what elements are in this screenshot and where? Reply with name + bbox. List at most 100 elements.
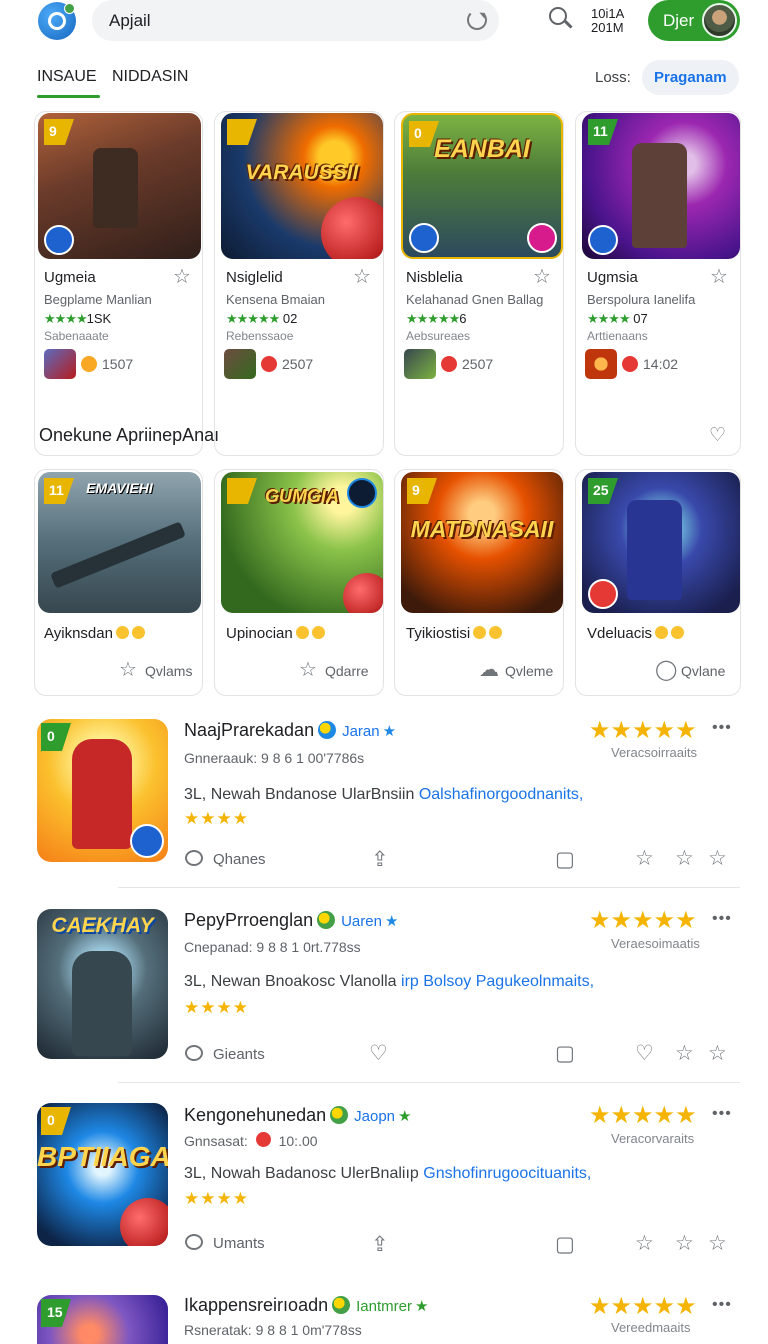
- star-outline-icon[interactable]: ☆: [675, 848, 694, 869]
- bookmark-icon[interactable]: ▢: [555, 1043, 575, 1064]
- list-item-thumbnail[interactable]: CAEKHAY: [37, 909, 168, 1059]
- rating-caption: Vereedmaaits: [611, 1320, 691, 1335]
- program-button[interactable]: Praganam: [642, 60, 739, 95]
- game-rating: ★★★★1SK: [44, 311, 111, 327]
- fire-icon[interactable]: [588, 579, 618, 609]
- heart-icon[interactable]: ♡: [709, 426, 726, 445]
- more-options-icon[interactable]: •••: [712, 719, 732, 737]
- backpack-icon[interactable]: [588, 225, 618, 255]
- card-action-label[interactable]: Qvleme: [505, 663, 553, 679]
- user-account-button[interactable]: Djer: [648, 0, 740, 41]
- refresh-icon[interactable]: [467, 10, 487, 30]
- share-icon[interactable]: ⇪: [371, 849, 389, 870]
- list-item-thumbnail[interactable]: 0: [37, 719, 168, 862]
- featured-card[interactable]: 0 EANBAI Nisblelia ☆ Kelahanad Gnen Ball…: [394, 111, 564, 456]
- favorite-star-icon[interactable]: ☆: [173, 267, 191, 287]
- soldier-figure: [627, 500, 682, 600]
- comment-icon[interactable]: [185, 850, 203, 866]
- emoji-icon: [671, 626, 685, 639]
- edit-icon[interactable]: [44, 225, 74, 255]
- card-action-label[interactable]: Qvlane: [681, 663, 725, 679]
- list-item-thumbnail[interactable]: 0 BPTIIAGA: [37, 1103, 168, 1246]
- search-icon[interactable]: [549, 7, 574, 32]
- star-outline-icon[interactable]: ☆: [675, 1043, 694, 1064]
- star-outline-icon[interactable]: ☆: [675, 1233, 694, 1254]
- developer-star-icon: ★: [382, 723, 397, 740]
- tab-niddasin[interactable]: NIDDASIN: [112, 68, 188, 86]
- divider: [118, 1082, 740, 1083]
- desc-link[interactable]: irp Bolsoy Pagukeolnmaits,: [401, 973, 594, 990]
- developer-link[interactable]: Uaren: [341, 913, 382, 930]
- emoji-icon: [295, 626, 309, 639]
- verified-badge-icon: [330, 1106, 349, 1124]
- star-outline-icon[interactable]: ☆: [299, 660, 317, 680]
- favorite-star-icon[interactable]: ☆: [710, 267, 728, 287]
- skull-icon[interactable]: [527, 223, 557, 253]
- cloud-icon[interactable]: ☁: [479, 660, 499, 680]
- active-tab-indicator: [37, 95, 100, 98]
- list-item-thumbnail[interactable]: 15: [37, 1295, 168, 1344]
- game-subtitle: Kelahanad Gnen Ballag: [406, 292, 544, 307]
- small-rating-stars: ★★★★: [184, 998, 249, 1017]
- developer-link[interactable]: Jaran: [342, 723, 380, 740]
- comment-icon[interactable]: [185, 1234, 203, 1250]
- favorite-star-icon[interactable]: ☆: [708, 1043, 727, 1064]
- like-icon[interactable]: ♡: [635, 1043, 654, 1064]
- bookmark-icon[interactable]: ▢: [555, 1234, 575, 1255]
- bookmark-icon[interactable]: ▢: [555, 849, 575, 870]
- more-options-icon[interactable]: •••: [712, 1105, 732, 1123]
- favorite-star-icon[interactable]: ☆: [708, 1233, 727, 1254]
- comment-label[interactable]: Qhanes: [213, 851, 266, 868]
- favorite-star-icon[interactable]: ☆: [353, 267, 371, 287]
- chat-icon[interactable]: ◯: [655, 660, 677, 680]
- desc-link[interactable]: Gnshofinrugoocituanits,: [423, 1165, 591, 1182]
- game-card[interactable]: 11 EMAVIEHI Ayiknsdan ☆ Qvlams: [34, 469, 203, 696]
- featured-card[interactable]: 11 Ugmsia ☆ Berspolura Ianelifa ★★★★ 07 …: [575, 111, 741, 456]
- star-outline-icon[interactable]: ☆: [119, 660, 137, 680]
- game-card[interactable]: GUMGIA Upinocian ☆ Qdarre: [214, 469, 384, 696]
- card-action-label[interactable]: Qdarre: [325, 663, 369, 679]
- developer-link[interactable]: Jaopn: [354, 1108, 395, 1125]
- comment-icon[interactable]: [185, 1045, 203, 1061]
- tab-insaue[interactable]: INSAUE: [37, 68, 97, 86]
- small-rating-stars: ★★★★: [184, 809, 249, 828]
- game-card[interactable]: 9 MATDNASAII Tyikiostisi ☁ Qvleme: [394, 469, 564, 696]
- like-icon[interactable]: ☆: [635, 1233, 654, 1254]
- heart-icon[interactable]: ♡: [369, 1043, 388, 1064]
- game-rating: ★★★★★6: [406, 311, 467, 327]
- edit-icon[interactable]: [130, 824, 164, 858]
- list-item-title[interactable]: Ikappensreirıoadn Iantmrer ★: [184, 1295, 428, 1316]
- search-input[interactable]: Apjail: [92, 0, 499, 41]
- meta-count: 10:.00: [278, 1133, 318, 1149]
- game-card[interactable]: 25 Vdeluacis ◯ Qvlane: [575, 469, 741, 696]
- featured-card[interactable]: 9 Ugmeia ☆ Begplame Manlian ★★★★1SK Sabe…: [34, 111, 203, 456]
- list-item-title[interactable]: Kengonehunedan Jaopn ★: [184, 1105, 411, 1126]
- emoji-icon: [489, 626, 503, 639]
- backpack-icon[interactable]: [409, 223, 439, 253]
- comment-label[interactable]: Gieants: [213, 1046, 265, 1063]
- list-item-title[interactable]: PepyPrroenglan Uaren ★: [184, 910, 398, 931]
- list-title-text: Kengonehunedan: [184, 1105, 327, 1125]
- share-icon[interactable]: ⇪: [371, 1234, 389, 1255]
- avatar: [702, 3, 737, 38]
- status-readout: 10i1A 201M: [591, 7, 624, 35]
- featured-card[interactable]: VARAUSSII Nsiglelid ☆ Kensena Bmaian ★★★…: [214, 111, 384, 456]
- like-icon[interactable]: ☆: [635, 848, 654, 869]
- developer-link[interactable]: Iantmrer: [356, 1298, 412, 1315]
- camera-icon[interactable]: [347, 478, 377, 508]
- more-options-icon[interactable]: •••: [712, 1296, 732, 1314]
- emoji-icon: [81, 356, 97, 372]
- rifle-art: [50, 521, 186, 589]
- game-tag: Arttienaans: [587, 329, 648, 343]
- game-title: Ugmsia: [587, 269, 638, 286]
- favorite-star-icon[interactable]: ☆: [708, 848, 727, 869]
- ball-art: [343, 573, 383, 613]
- list-item-title[interactable]: NaajPrarekadan Jaran ★: [184, 720, 396, 741]
- app-logo[interactable]: [38, 2, 76, 40]
- more-options-icon[interactable]: •••: [712, 910, 732, 928]
- rank-badge: 0: [41, 1107, 71, 1135]
- card-action-label[interactable]: Qvlams: [145, 663, 192, 679]
- desc-link[interactable]: Oalshafinorgoodnanits,: [419, 786, 584, 803]
- comment-label[interactable]: Umants: [213, 1235, 265, 1252]
- favorite-star-icon[interactable]: ☆: [533, 267, 551, 287]
